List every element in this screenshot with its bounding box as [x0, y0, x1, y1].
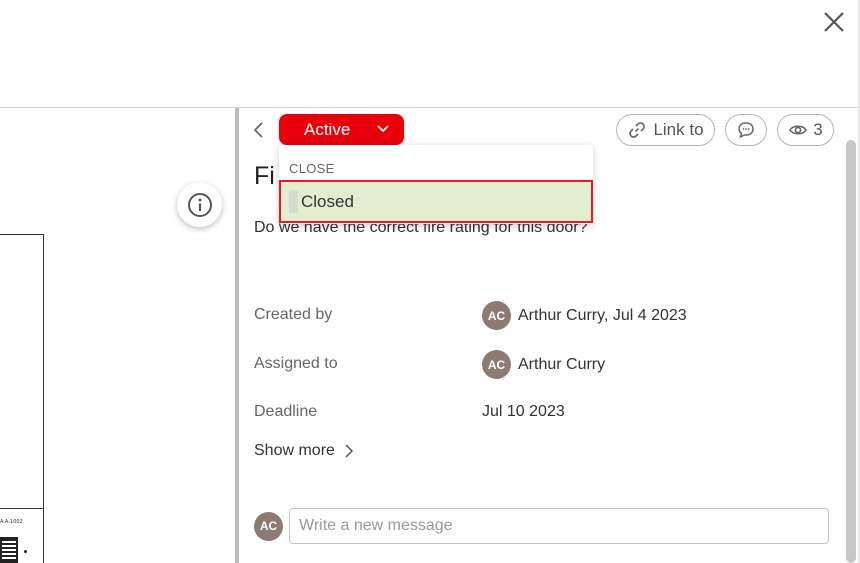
status-label: Active — [304, 119, 351, 139]
message-composer: AC — [254, 508, 829, 544]
avatar: AC — [254, 511, 283, 541]
back-chevron-icon[interactable] — [251, 120, 267, 140]
eye-icon — [789, 125, 808, 135]
created-by-text: Arthur Curry, Jul 4 2023 — [518, 306, 687, 324]
link-icon — [629, 122, 646, 138]
status-swatch — [289, 190, 298, 213]
issue-title: Fi — [254, 162, 275, 190]
deadline-label: Deadline — [254, 403, 318, 420]
close-icon[interactable] — [822, 10, 846, 34]
deadline-text: Jul 10 2023 — [482, 403, 565, 420]
chat-bubble-icon — [738, 122, 754, 139]
drawing-sheet-label: A.A-1002 — [0, 519, 23, 525]
created-by-value: AC Arthur Curry, Jul 4 2023 — [482, 301, 687, 330]
watchers-count: 3 — [813, 120, 823, 139]
assigned-to-value[interactable]: AC Arthur Curry — [482, 350, 605, 379]
dropdown-section-header: CLOSE — [289, 161, 335, 176]
top-bar — [0, 0, 860, 108]
show-more-label: Show more — [254, 442, 335, 459]
comment-button[interactable] — [725, 114, 767, 146]
status-dropdown-menu: CLOSE Closed — [279, 145, 593, 224]
watchers-button[interactable]: 3 — [777, 114, 834, 146]
drawing-line — [0, 508, 44, 509]
drawing-detail — [0, 537, 18, 563]
drawing-viewer[interactable]: A.A-1002 — [0, 109, 235, 563]
message-input[interactable] — [289, 508, 829, 544]
created-by-label: Created by — [254, 306, 333, 323]
link-to-label: Link to — [653, 120, 704, 139]
drawing-line — [0, 234, 44, 235]
scrollbar[interactable] — [846, 140, 856, 563]
status-dropdown-button[interactable]: Active — [279, 114, 404, 145]
avatar: AC — [482, 350, 511, 379]
info-icon — [187, 192, 212, 217]
chevron-down-icon — [377, 125, 389, 133]
drawing-detail — [24, 550, 27, 553]
avatar: AC — [482, 301, 511, 330]
assigned-to-text: Arthur Curry — [518, 355, 606, 373]
chevron-right-icon — [345, 444, 353, 458]
dropdown-item-closed[interactable]: Closed — [279, 180, 593, 223]
show-more-button[interactable]: Show more — [254, 442, 355, 460]
dropdown-item-label: Closed — [301, 191, 354, 211]
deadline-value[interactable]: Jul 10 2023 — [482, 403, 565, 421]
drawing-line — [43, 234, 44, 563]
assigned-to-label: Assigned to — [254, 355, 338, 372]
link-to-button[interactable]: Link to — [616, 114, 715, 146]
info-button[interactable] — [177, 182, 222, 227]
